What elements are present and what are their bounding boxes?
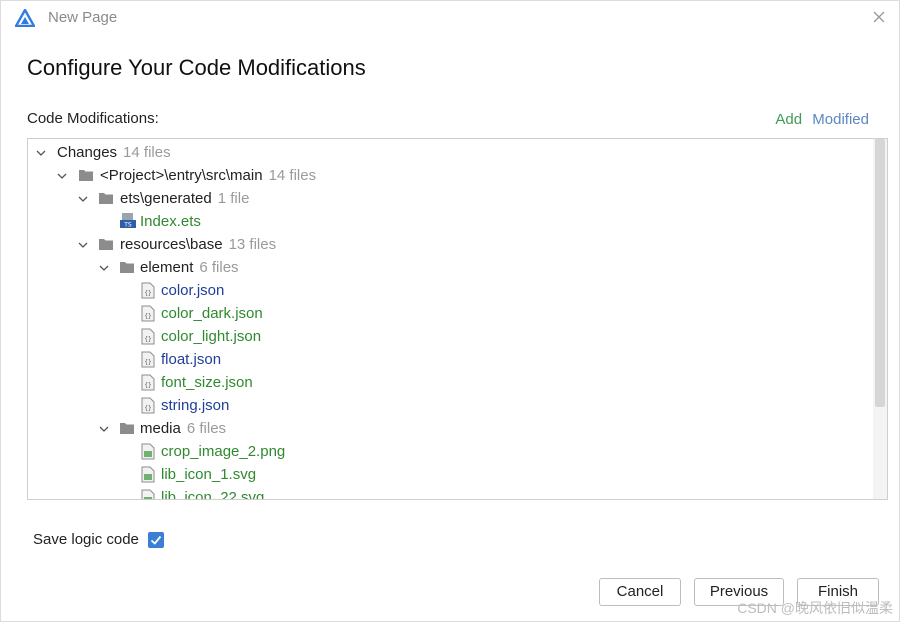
chevron-down-icon[interactable]	[77, 193, 89, 205]
svg-text:{}: {}	[144, 336, 151, 343]
ets-file-icon: TS	[120, 213, 136, 229]
json-file-icon: {}	[141, 282, 155, 299]
image-file-icon	[141, 443, 155, 460]
chevron-down-icon[interactable]	[77, 239, 89, 251]
window-title: New Page	[48, 9, 118, 26]
json-file-icon: {}	[141, 351, 155, 368]
file-name: color.json	[161, 282, 225, 299]
tree-file-image[interactable]: lib_icon_1.svg	[28, 463, 874, 486]
file-count: 6 files	[186, 420, 227, 437]
tree-node-project[interactable]: <Project>\entry\src\main 14 files	[28, 164, 874, 187]
json-file-icon: {}	[141, 328, 155, 345]
tree-node-label: media	[140, 420, 181, 437]
file-name: font_size.json	[161, 374, 253, 391]
file-name: lib_icon_1.svg	[161, 466, 257, 483]
folder-icon	[120, 423, 134, 434]
file-name: Index.ets	[140, 213, 201, 230]
file-count: 13 files	[228, 236, 277, 253]
cancel-button[interactable]: Cancel	[599, 578, 681, 606]
svg-text:{}: {}	[144, 382, 151, 389]
tree-node-element[interactable]: element 6 files	[28, 256, 874, 279]
tree-node-label: resources\base	[120, 236, 223, 253]
folder-icon	[120, 262, 134, 273]
change-legend: Add Modified	[775, 111, 869, 128]
file-name: color_dark.json	[161, 305, 263, 322]
tree-rows: Changes 14 files <Project>\entry\src\main…	[28, 141, 874, 500]
save-logic-checkbox[interactable]	[148, 532, 164, 548]
chevron-down-icon[interactable]	[98, 262, 110, 274]
tree-node-changes[interactable]: Changes 14 files	[28, 141, 874, 164]
chevron-down-icon[interactable]	[98, 423, 110, 435]
tree-file-json[interactable]: {} font_size.json	[28, 371, 874, 394]
tree-node-ets-generated[interactable]: ets\generated 1 file	[28, 187, 874, 210]
chevron-down-icon[interactable]	[35, 147, 47, 159]
svg-text:{}: {}	[144, 290, 151, 297]
tree-file-json[interactable]: {} color_dark.json	[28, 302, 874, 325]
json-file-icon: {}	[141, 397, 155, 414]
tree-node-media[interactable]: media 6 files	[28, 417, 874, 440]
tree-scrollbar[interactable]	[873, 139, 887, 499]
tree-file-image[interactable]: lib_icon_22.svg	[28, 486, 874, 500]
tree-node-label: <Project>\entry\src\main	[100, 167, 263, 184]
file-name: color_light.json	[161, 328, 262, 345]
image-file-icon	[141, 489, 155, 499]
file-name: lib_icon_22.svg	[161, 489, 265, 500]
image-file-icon	[141, 466, 155, 483]
legend-add[interactable]: Add	[775, 111, 802, 128]
tree-file-image[interactable]: crop_image_2.png	[28, 440, 874, 463]
save-logic-label: Save logic code	[33, 531, 139, 548]
folder-icon	[79, 170, 93, 181]
watermark: CSDN @晚风依旧似温柔	[737, 600, 893, 616]
file-count: 1 file	[217, 190, 250, 207]
tree-node-label: element	[140, 259, 194, 276]
file-name: float.json	[161, 351, 222, 368]
tree-node-label: ets\generated	[120, 190, 212, 207]
chevron-down-icon[interactable]	[56, 170, 68, 182]
tree-file-json[interactable]: {} float.json	[28, 348, 874, 371]
legend-modified[interactable]: Modified	[812, 111, 869, 128]
tree-file-index-ets[interactable]: TS Index.ets	[28, 210, 874, 233]
tree-file-json[interactable]: {} color_light.json	[28, 325, 874, 348]
folder-icon	[99, 239, 113, 250]
deveco-logo-icon	[15, 9, 35, 27]
file-count: 6 files	[199, 259, 239, 276]
tree-node-resources-base[interactable]: resources\base 13 files	[28, 233, 874, 256]
page-heading: Configure Your Code Modifications	[27, 55, 366, 80]
new-page-dialog: New Page Configure Your Code Modificatio…	[0, 0, 900, 622]
file-count: 14 files	[268, 167, 317, 184]
code-modifications-label: Code Modifications:	[27, 110, 159, 127]
svg-text:{}: {}	[144, 359, 151, 366]
svg-text:{}: {}	[144, 405, 151, 412]
folder-icon	[99, 193, 113, 204]
tree-file-json[interactable]: {} color.json	[28, 279, 874, 302]
json-file-icon: {}	[141, 305, 155, 322]
file-name: crop_image_2.png	[161, 443, 286, 460]
scrollbar-thumb[interactable]	[875, 139, 885, 407]
changes-tree[interactable]: Changes 14 files <Project>\entry\src\main…	[27, 138, 888, 500]
close-icon[interactable]	[869, 7, 889, 27]
svg-text:TS: TS	[123, 222, 132, 229]
tree-node-label: Changes	[57, 144, 118, 161]
tree-file-json[interactable]: {} string.json	[28, 394, 874, 417]
json-file-icon: {}	[141, 374, 155, 391]
svg-text:{}: {}	[144, 313, 151, 320]
title-bar: New Page	[1, 1, 899, 35]
file-name: string.json	[161, 397, 230, 414]
file-count: 14 files	[123, 144, 171, 161]
